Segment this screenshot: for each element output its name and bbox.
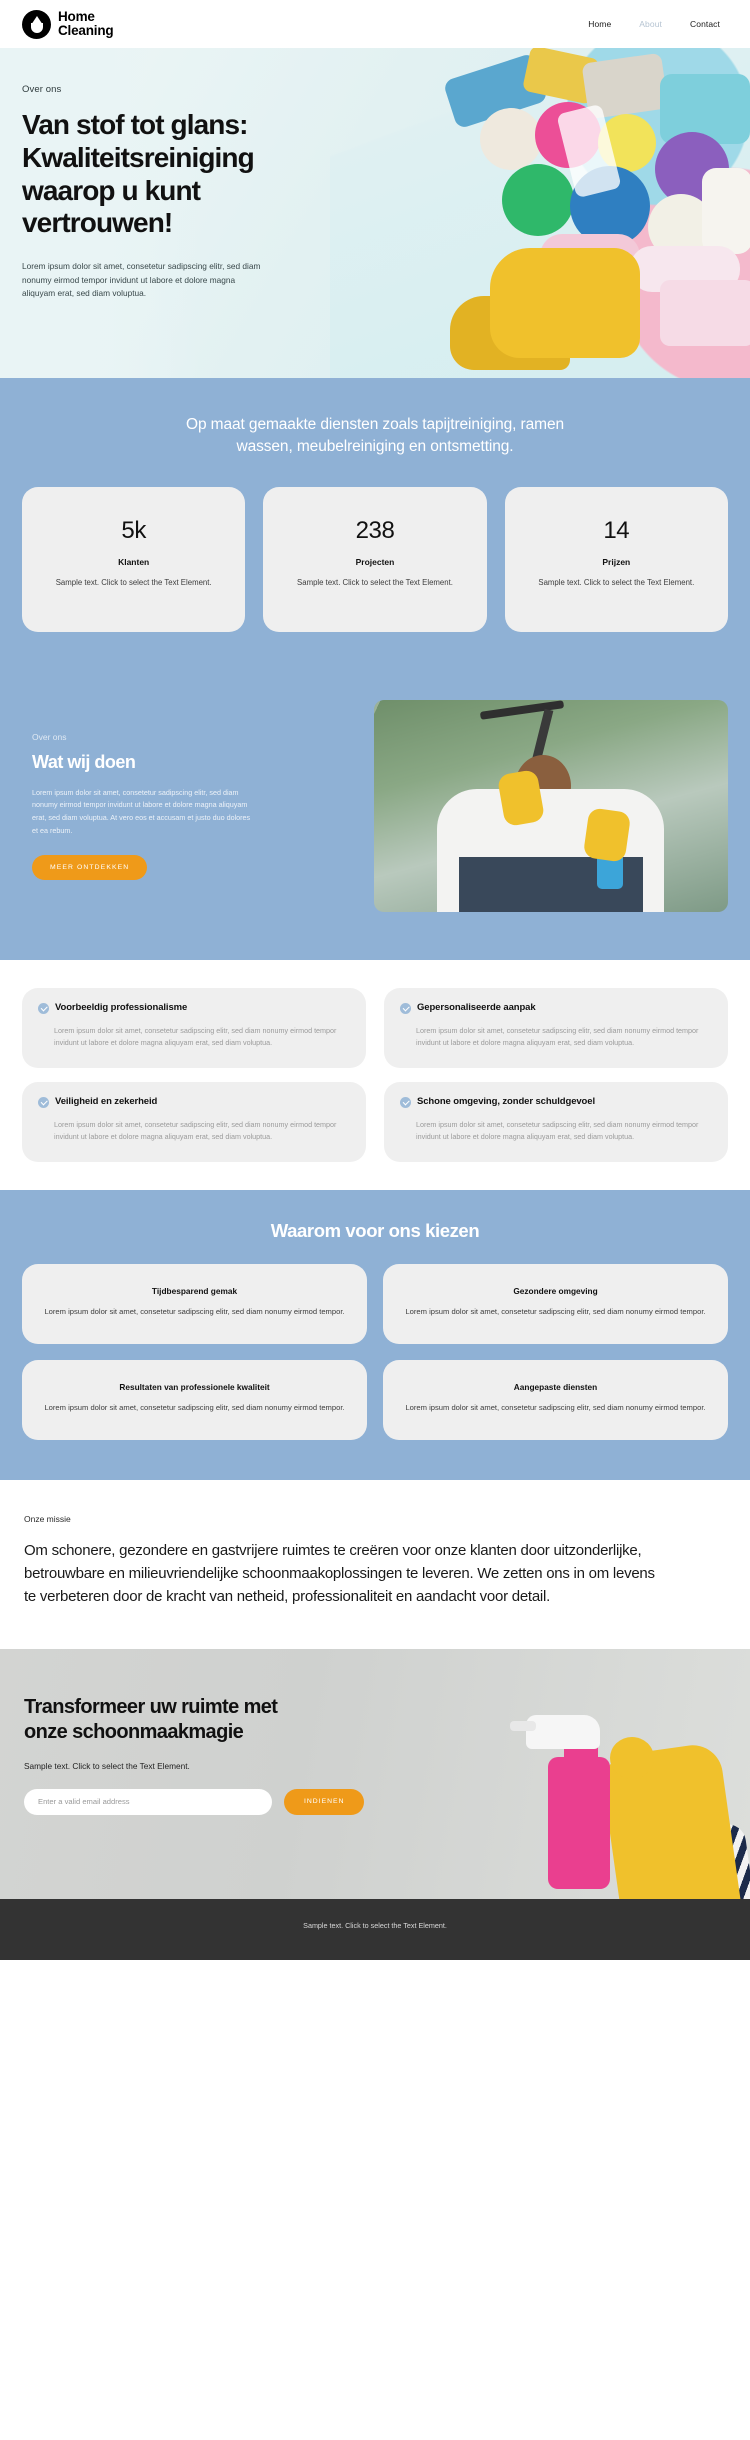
mission-eyebrow: Onze missie <box>24 1514 71 1525</box>
nav-item-home[interactable]: Home <box>588 19 611 29</box>
why-card-desc: Lorem ipsum dolor sit amet, consetetur s… <box>405 1403 706 1413</box>
check-circle-icon <box>38 1096 49 1108</box>
email-input[interactable] <box>24 1788 272 1815</box>
why-card-desc: Lorem ipsum dolor sit amet, consetetur s… <box>44 1403 345 1413</box>
stat-card[interactable]: 14 Prijzen Sample text. Click to select … <box>504 486 728 632</box>
mission-section: Onze missie Om schonere, gezondere en ga… <box>0 1480 750 1649</box>
stat-card[interactable]: 238 Projecten Sample text. Click to sele… <box>263 486 487 632</box>
why-card-title: Gezondere omgeving <box>513 1285 598 1296</box>
stats-card-list: 5k Klanten Sample text. Click to select … <box>22 486 728 632</box>
nav-item-contact[interactable]: Contact <box>690 19 720 29</box>
stat-number: 238 <box>355 516 395 544</box>
feature-title: Gepersonaliseerde aanpak <box>417 1001 536 1013</box>
feature-card[interactable]: Voorbeeldig professionalisme Lorem ipsum… <box>22 987 366 1068</box>
site-footer: Sample text. Click to select the Text El… <box>0 1898 750 1960</box>
hero-eyebrow: Over ons <box>22 84 62 95</box>
stats-section: Op maat gemaakte diensten zoals tapijtre… <box>0 378 750 678</box>
hero-title: Van stof tot glans: Kwaliteitsreiniging … <box>22 109 255 239</box>
stat-card[interactable]: 5k Klanten Sample text. Click to select … <box>22 486 246 632</box>
why-choose-us-section: Waarom voor ons kiezen Tijdbesparend gem… <box>0 1189 750 1481</box>
logo-line-1: Home <box>58 8 95 24</box>
stats-band-title: Op maat gemaakte diensten zoals tapijtre… <box>185 416 564 456</box>
submit-button[interactable]: INDIENEN <box>284 1788 365 1815</box>
feature-body: Lorem ipsum dolor sit amet, consetetur s… <box>54 1119 337 1142</box>
why-card[interactable]: Gezondere omgeving Lorem ipsum dolor sit… <box>383 1263 728 1345</box>
about-paragraph: Lorem ipsum dolor sit amet, consetetur s… <box>32 787 251 835</box>
about-section: Over ons Wat wij doen Lorem ipsum dolor … <box>0 677 750 960</box>
stat-label: Klanten <box>118 556 150 567</box>
stat-description: Sample text. Click to select the Text El… <box>55 577 212 587</box>
stat-label: Projecten <box>355 556 395 567</box>
footer-text: Sample text. Click to select the Text El… <box>303 1920 447 1930</box>
site-header: Home Cleaning Home About Contact <box>0 0 750 48</box>
stat-description: Sample text. Click to select the Text El… <box>538 577 695 587</box>
cta-section: Transformeer uw ruimte met onze schoonma… <box>0 1648 750 1899</box>
logo-line-2: Cleaning <box>58 23 114 38</box>
check-circle-icon <box>400 1096 411 1108</box>
why-card[interactable]: Resultaten van professionele kwaliteit L… <box>22 1360 367 1441</box>
why-card[interactable]: Tijdbesparend gemak Lorem ipsum dolor si… <box>22 1263 367 1345</box>
feature-body: Lorem ipsum dolor sit amet, consetetur s… <box>416 1025 699 1048</box>
why-card-title: Resultaten van professionele kwaliteit <box>119 1382 270 1393</box>
features-section: Voorbeeldig professionalisme Lorem ipsum… <box>0 959 750 1190</box>
discover-more-button[interactable]: MEER ONTDEKKEN <box>32 855 148 881</box>
why-card[interactable]: Aangepaste diensten Lorem ipsum dolor si… <box>383 1360 728 1441</box>
feature-title: Schone omgeving, zonder schuldgevoel <box>417 1095 595 1107</box>
check-circle-icon <box>400 1002 411 1014</box>
spray-bottle-image <box>420 1649 750 1899</box>
stat-number: 5k <box>121 516 146 544</box>
water-drop-icon <box>22 9 51 39</box>
feature-body: Lorem ipsum dolor sit amet, consetetur s… <box>54 1025 337 1048</box>
feature-title: Voorbeeldig professionalisme <box>55 1001 188 1013</box>
hero-paragraph: Lorem ipsum dolor sit amet, consetetur s… <box>22 261 261 299</box>
why-card-desc: Lorem ipsum dolor sit amet, consetetur s… <box>44 1306 345 1316</box>
features-column-left: Voorbeeldig professionalisme Lorem ipsum… <box>22 987 366 1162</box>
why-title: Waarom voor ons kiezen <box>270 1219 480 1241</box>
logo-text: Home Cleaning <box>58 8 114 38</box>
landing-page: Home Cleaning Home About Contact Over on… <box>0 0 750 1960</box>
cta-title: Transformeer uw ruimte met onze schoonma… <box>24 1695 278 1743</box>
stat-number: 14 <box>603 516 630 544</box>
newsletter-form: INDIENEN <box>24 1788 384 1815</box>
mission-text: Om schonere, gezondere en gastvrijere ru… <box>24 1542 655 1605</box>
feature-card[interactable]: Gepersonaliseerde aanpak Lorem ipsum dol… <box>384 987 728 1068</box>
why-card-grid: Tijdbesparend gemak Lorem ipsum dolor si… <box>22 1263 728 1441</box>
about-eyebrow: Over ons <box>32 731 67 742</box>
why-card-desc: Lorem ipsum dolor sit amet, consetetur s… <box>405 1306 706 1316</box>
nav-item-about[interactable]: About <box>639 19 662 29</box>
stat-description: Sample text. Click to select the Text El… <box>297 577 453 587</box>
main-nav: Home About Contact <box>588 19 728 29</box>
why-card-title: Aangepaste diensten <box>513 1382 598 1393</box>
stat-label: Prijzen <box>602 556 631 567</box>
features-column-right: Gepersonaliseerde aanpak Lorem ipsum dol… <box>384 987 728 1162</box>
feature-title: Veiligheid en zekerheid <box>55 1095 158 1107</box>
hero-section: Over ons Van stof tot glans: Kwaliteitsr… <box>0 48 750 378</box>
window-cleaner-image <box>373 699 728 912</box>
feature-card[interactable]: Schone omgeving, zonder schuldgevoel Lor… <box>384 1081 728 1162</box>
cta-subtitle: Sample text. Click to select the Text El… <box>24 1760 190 1771</box>
check-circle-icon <box>38 1002 49 1014</box>
feature-card[interactable]: Veiligheid en zekerheid Lorem ipsum dolo… <box>22 1081 366 1162</box>
site-logo[interactable]: Home Cleaning <box>22 8 114 39</box>
feature-body: Lorem ipsum dolor sit amet, consetetur s… <box>416 1119 699 1142</box>
why-card-title: Tijdbesparend gemak <box>151 1285 238 1296</box>
about-title: Wat wij doen <box>32 751 136 772</box>
